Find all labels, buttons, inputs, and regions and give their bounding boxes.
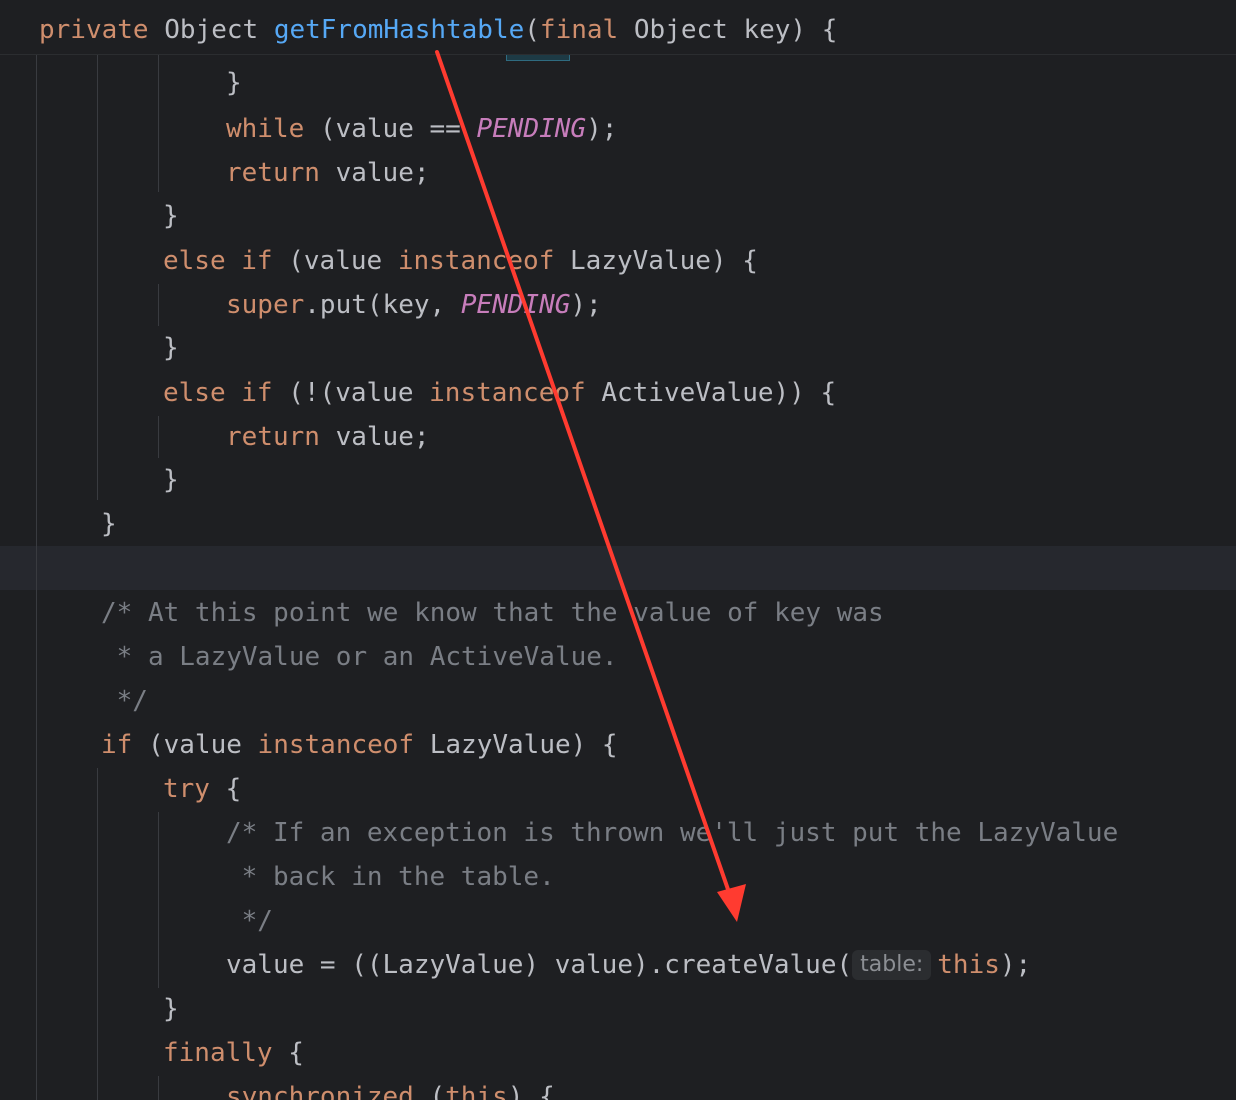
code-line: super.put(key, PENDING); [226, 290, 602, 320]
code-line: while (value == PENDING); [226, 114, 618, 144]
code-line: try { [163, 774, 242, 804]
code-line: return value; [226, 422, 430, 452]
indent-guide [158, 1076, 159, 1100]
code-line: if (value instanceof LazyValue) { [101, 730, 618, 760]
code-line: } [163, 465, 179, 495]
indent-guide [158, 812, 159, 988]
current-line-highlight [0, 546, 1236, 590]
code-line: } [163, 333, 179, 363]
comment-line: /* If an exception is thrown we'll just … [226, 818, 1119, 848]
code-line: else if (!(value instanceof ActiveValue)… [163, 378, 837, 408]
code-editor[interactable]: private Object getFromHashtable(final Ob… [0, 0, 1236, 1100]
code-line: } [163, 201, 179, 231]
method-name[interactable]: getFromHashtable [274, 15, 524, 45]
indent-guide [158, 54, 159, 192]
indent-guide [158, 416, 159, 458]
comment-line: /* At this point we know that the value … [101, 598, 884, 628]
code-line: value = ((LazyValue) value).createValue(… [226, 950, 1032, 980]
code-line: } [226, 68, 242, 98]
code-line: } [101, 509, 117, 539]
code-line: synchronized (this) { [226, 1082, 555, 1100]
method-signature: private Object getFromHashtable(final Ob… [39, 15, 838, 45]
code-line: return value; [226, 158, 430, 188]
code-line: finally { [163, 1038, 304, 1068]
code-line: } [163, 994, 179, 1024]
parameter-hint: table: [852, 950, 932, 980]
indent-guide [158, 284, 159, 326]
arrow-head [717, 884, 746, 922]
comment-line: */ [101, 686, 148, 716]
comment-line: */ [226, 906, 273, 936]
code-line: else if (value instanceof LazyValue) { [163, 246, 758, 276]
sticky-method-header[interactable]: private Object getFromHashtable(final Ob… [0, 0, 1236, 55]
comment-line: * back in the table. [226, 862, 555, 892]
arrow-shaft [435, 50, 733, 900]
search-match-highlight [506, 54, 570, 61]
indent-guide [97, 768, 98, 1100]
comment-line: * a LazyValue or an ActiveValue. [101, 642, 618, 672]
indent-guide [36, 54, 37, 1100]
indent-guide [97, 54, 98, 500]
